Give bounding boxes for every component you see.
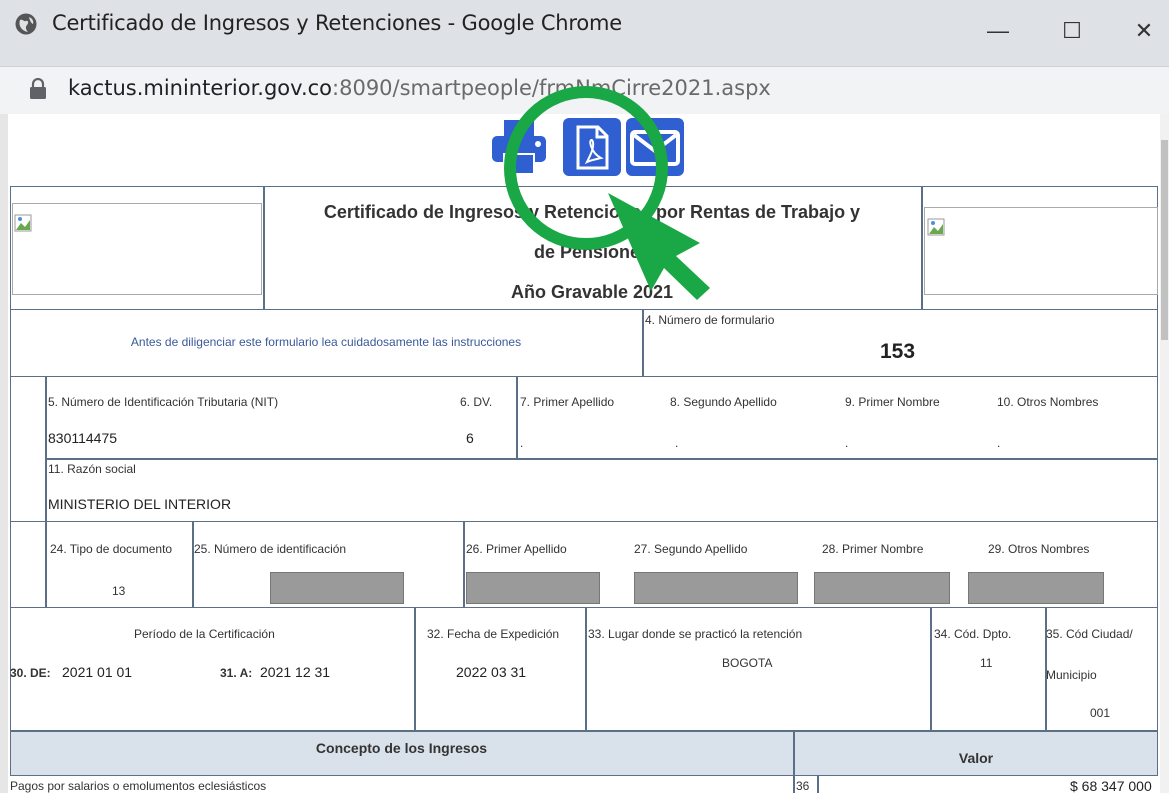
logo-left: [12, 203, 262, 295]
de-label: 30. DE:: [10, 666, 51, 680]
ciudad-label2: Municipio: [1046, 668, 1097, 682]
globe-icon: [15, 13, 37, 35]
nombre2-label: 10. Otros Nombres: [997, 395, 1099, 409]
concepto-header: Concepto de los Ingresos: [315, 740, 488, 756]
apellido1-value: .: [520, 436, 524, 450]
nombre1b-label: 28. Primer Nombre: [822, 542, 924, 556]
print-icon[interactable]: [490, 118, 548, 176]
redacted-field: [466, 572, 600, 604]
apellido2b-label: 27. Segundo Apellido: [634, 542, 748, 556]
pdf-icon[interactable]: [563, 118, 621, 176]
nombre1-label: 9. Primer Nombre: [845, 395, 940, 409]
apellido1-label: 7. Primer Apellido: [520, 395, 615, 409]
redacted-field: [968, 572, 1104, 604]
nombre2-value: .: [997, 436, 1001, 450]
minimize-button[interactable]: —: [970, 0, 1026, 62]
divider: [642, 309, 644, 377]
de-value: 2021 01 01: [62, 664, 133, 680]
logo-right: [924, 207, 1158, 295]
mail-icon[interactable]: [626, 118, 684, 176]
divider: [921, 186, 923, 310]
tipo-doc-value: 13: [112, 584, 126, 598]
form-title-line2: de Pensiones: [533, 242, 651, 262]
dpto-value: 11: [980, 656, 993, 670]
lugar-label: 33. Lugar donde se practicó la retención: [588, 627, 803, 641]
scroll-thumb[interactable]: [1161, 140, 1168, 340]
razon-value: MINISTERIO DEL INTERIOR: [48, 496, 232, 512]
form-title-line3: Año Gravable 2021: [510, 282, 674, 302]
redacted-field: [814, 572, 950, 604]
broken-image-icon: [927, 218, 945, 236]
divider: [817, 776, 819, 793]
nit-value: 830114475: [48, 430, 118, 446]
redacted-field: [270, 572, 404, 604]
apellido1b-label: 26. Primer Apellido: [466, 542, 567, 556]
apellido2-value: .: [675, 436, 679, 450]
form-title-line1: Certificado de Ingresos y Retenciones po…: [323, 202, 861, 222]
url-text[interactable]: kactus.mininterior.gov.co:8090/smartpeop…: [68, 73, 771, 103]
lugar-value: BOGOTA: [722, 656, 773, 670]
form-number: 153: [880, 340, 916, 363]
row1-value: $ 68 347 000: [1070, 778, 1152, 793]
lock-icon[interactable]: [28, 78, 48, 100]
url-path: :8090/smartpeople/frmNmCirre2021.aspx: [332, 76, 771, 100]
instructions-text: Antes de diligenciar este formulario lea…: [130, 335, 522, 349]
window-title: Certificado de Ingresos y Retenciones - …: [52, 11, 622, 35]
divider: [930, 607, 932, 731]
divider: [45, 376, 47, 522]
apellido2-label: 8. Segundo Apellido: [670, 395, 777, 409]
divider: [192, 521, 194, 608]
fecha-value: 2022 03 31: [456, 664, 527, 680]
a-label: 31. A:: [220, 666, 253, 680]
ciudad-label: 35. Cód Ciudad/: [1046, 627, 1133, 641]
divider: [414, 607, 416, 731]
a-value: 2021 12 31: [260, 664, 331, 680]
razon-label: 11. Razón social: [48, 462, 136, 476]
nombre1-value: .: [845, 436, 849, 450]
redacted-field: [634, 572, 798, 604]
dv-value: 6: [466, 430, 474, 446]
valor-header: Valor: [958, 750, 994, 766]
divider: [585, 607, 587, 731]
close-button[interactable]: ✕: [1116, 0, 1169, 62]
tipo-doc-label: 24. Tipo de documento: [50, 542, 173, 556]
nit-label: 5. Número de Identificación Tributaria (…: [48, 395, 279, 409]
form-number-label: 4. Número de formulario: [645, 313, 775, 327]
fecha-label: 32. Fecha de Expedición: [427, 627, 560, 641]
divider: [463, 521, 465, 608]
divider: [45, 458, 1158, 460]
row1-label: Pagos por salarios o emolumentos eclesiá…: [10, 779, 267, 793]
nombre2b-label: 29. Otros Nombres: [988, 542, 1090, 556]
dpto-label: 34. Cód. Dpto.: [934, 627, 1012, 641]
url-domain: kactus.mininterior.gov.co: [68, 76, 333, 100]
periodo-label: Período de la Certificación: [134, 627, 275, 641]
broken-image-icon: [14, 214, 32, 232]
divider: [45, 521, 47, 608]
divider: [516, 376, 518, 458]
num-id-label: 25. Número de identificación: [194, 542, 347, 556]
ciudad-value: 001: [1090, 706, 1111, 720]
dv-label: 6. DV.: [460, 395, 493, 409]
maximize-button[interactable]: ☐: [1044, 0, 1100, 62]
row1-number: 36: [796, 779, 810, 793]
